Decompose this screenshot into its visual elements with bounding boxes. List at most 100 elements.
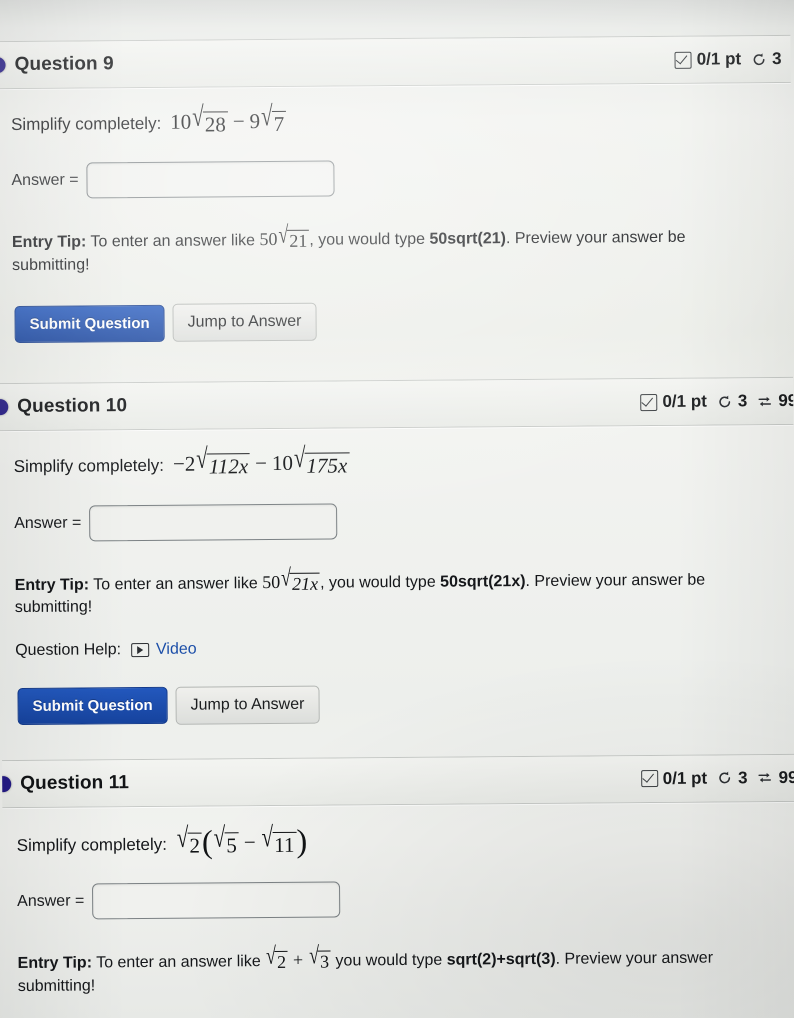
points-badge: 0/1 pt — [640, 392, 707, 413]
answer-label: Answer = — [14, 514, 82, 532]
swap-arrows-icon — [757, 770, 774, 787]
radicand: 3 — [317, 950, 332, 972]
retries-count: 3 — [738, 768, 748, 788]
radicand: 175x — [304, 452, 350, 478]
question-body-10: Simplify completely: −2 √ 112x − 10 √ 175x A… — [0, 425, 794, 752]
radicand: 21 — [287, 229, 310, 251]
radical-175x: √ 175x — [294, 442, 350, 478]
radicand: 28 — [202, 111, 228, 137]
radical-112x: √ 112x — [196, 443, 251, 479]
retries-count: 3 — [737, 391, 748, 411]
video-link-label: Video — [155, 640, 197, 658]
radical-sign-icon: √ — [260, 99, 273, 133]
operator-minus: − — [232, 109, 245, 134]
entry-tip-middle: you would type — [335, 951, 443, 970]
question-bullet-icon — [0, 399, 9, 416]
answer-row-10: Answer = — [0, 473, 794, 541]
radical-example-right: √ 3 — [309, 942, 332, 972]
operator-plus: + — [292, 949, 304, 970]
operator-minus: − — [254, 451, 268, 476]
question-status-badges-11: 0/1 pt 3 99 — [640, 768, 794, 790]
points-badge: 0/1 pt — [674, 49, 742, 70]
radical-sign-icon: √ — [261, 820, 274, 854]
entry-tip-example-math: √ 2 + √ 3 — [265, 942, 332, 974]
math-expression-9: 10 √ 28 − 9 √ 7 — [170, 100, 287, 137]
answer-input[interactable] — [92, 881, 341, 920]
radical-example-left: √ 2 — [266, 942, 289, 972]
radical-outer-2: √ 2 — [177, 821, 203, 858]
points-label: 0/1 pt — [662, 392, 707, 412]
answer-label: Answer = — [17, 892, 85, 911]
retry-circular-arrow-icon — [750, 51, 767, 68]
swap-arrows-icon — [756, 393, 773, 410]
submit-question-button[interactable]: Submit Question — [14, 304, 165, 344]
entry-tip-before: To enter an answer like — [90, 232, 256, 251]
question-help-row-10: Question Help: Video — [1, 614, 794, 660]
question-prompt-11: Simplify completely: √ 2 ( √ 5 − √ 11 ) — [2, 802, 794, 861]
retries-badge: 3 — [750, 49, 782, 69]
checkbox-checked-icon — [674, 51, 692, 69]
entry-tip-second-line: submitting! — [12, 256, 90, 274]
points-label: 0/1 pt — [662, 768, 708, 788]
attempts-badge: 99 — [756, 391, 793, 411]
retries-badge: 3 — [716, 768, 748, 788]
question-title-group-11: Question 11 — [2, 772, 129, 795]
prompt-lead-text: Simplify completely: — [10, 113, 162, 135]
submit-question-button[interactable]: Submit Question — [17, 687, 168, 726]
radical-sign-icon: √ — [213, 820, 226, 854]
entry-tip-example-math: 50 √ 21 — [259, 221, 310, 253]
term-coefficient: 9 — [249, 109, 261, 134]
question-bullet-icon — [0, 57, 6, 74]
radical-example: √ 21 — [278, 221, 310, 251]
answer-input[interactable] — [86, 160, 335, 199]
question-body-11: Simplify completely: √ 2 ( √ 5 − √ 11 ) Ans… — [2, 802, 794, 999]
answer-label: Answer = — [11, 171, 79, 190]
question-header-9: Question 9 0/1 pt 3 — [0, 35, 791, 89]
question-prompt-9: Simplify completely: 10 √ 28 − 9 √ 7 — [0, 83, 791, 137]
points-badge: 0/1 pt — [640, 768, 708, 790]
retries-count: 3 — [772, 48, 782, 69]
math-expression-11: √ 2 ( √ 5 − √ 11 ) — [176, 821, 308, 861]
entry-tip-before: To enter an answer like — [93, 574, 258, 593]
question-title: Question 9 — [14, 53, 114, 76]
answer-row-11: Answer = — [3, 852, 794, 920]
checkbox-checked-icon — [640, 393, 658, 412]
entry-tip-11: Entry Tip: To enter an answer like √ 2 + √ 3… — [3, 914, 794, 999]
button-row-9: Submit Question Jump to Answer — [0, 271, 793, 369]
jump-to-answer-button[interactable]: Jump to Answer — [172, 303, 317, 343]
entry-tip-code: 50sqrt(21x) — [440, 572, 526, 591]
points-label: 0/1 pt — [696, 49, 742, 69]
answer-input[interactable] — [89, 503, 338, 541]
retry-circular-arrow-icon — [716, 770, 733, 787]
term-coefficient: 10 — [271, 451, 294, 476]
entry-tip-example-math: 50 √ 21x — [262, 563, 321, 595]
radical-sign-icon: √ — [278, 221, 289, 249]
operator-minus: − — [172, 452, 185, 477]
jump-to-answer-button[interactable]: Jump to Answer — [175, 685, 320, 725]
entry-tip-after: . Preview your answer be — [505, 228, 686, 248]
answer-row-9: Answer = — [0, 131, 792, 199]
radicand: 112x — [206, 453, 251, 479]
video-help-link[interactable]: Video — [130, 640, 197, 660]
radicand: 7 — [271, 110, 287, 136]
radical-sign-icon: √ — [281, 563, 292, 591]
button-row-10: Submit Question Jump to Answer — [1, 654, 794, 752]
entry-tip-lead: Entry Tip: — [14, 575, 90, 594]
radical-inner-11: √ 11 — [261, 821, 297, 857]
attempts-count: 99 — [778, 767, 794, 788]
entry-tip-9: Entry Tip: To enter an answer like 50 √ 21… — [0, 193, 794, 278]
question-prompt-10: Simplify completely: −2 √ 112x − 10 √ 175x — [0, 425, 794, 479]
question-title-group-10: Question 10 — [0, 396, 127, 419]
page-canvas: Question 9 0/1 pt 3 Simplify completely:… — [0, 0, 794, 1018]
entry-tip-middle: , you would type — [309, 230, 426, 249]
attempts-badge: 99 — [757, 768, 794, 788]
radical-example: √ 21x — [281, 563, 321, 593]
prompt-lead-text: Simplify completely: — [16, 834, 167, 855]
operator-minus: − — [243, 830, 256, 855]
radical-sign-icon: √ — [176, 821, 189, 854]
entry-tip-before: To enter an answer like — [96, 953, 261, 972]
example-coefficient: 50 — [259, 229, 278, 250]
question-header-10: Question 10 0/1 pt 3 99 — [0, 378, 794, 431]
checkbox-checked-icon — [640, 770, 658, 788]
question-title: Question 10 — [17, 395, 128, 418]
